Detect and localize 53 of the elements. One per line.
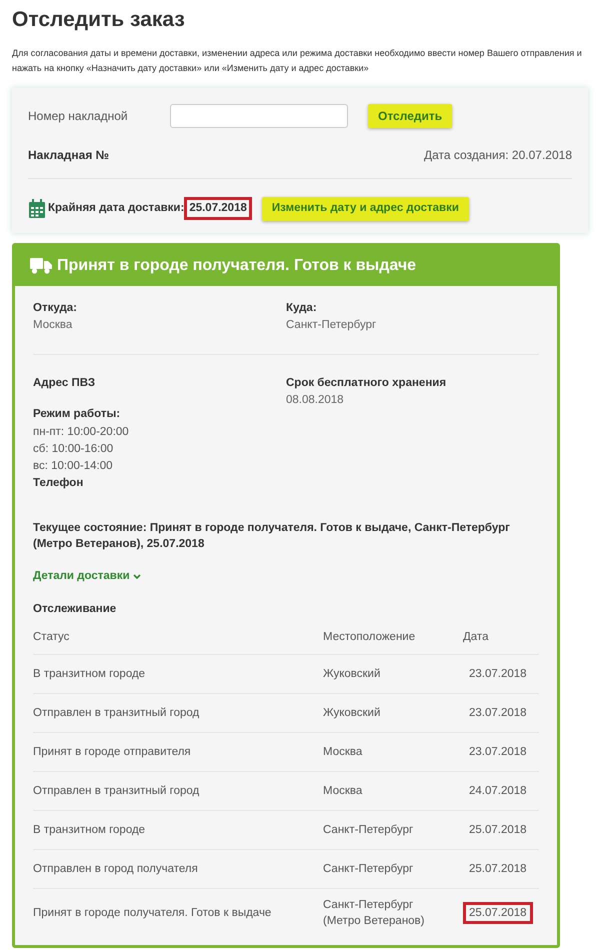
status-cell: В транзитном городе: [33, 668, 146, 680]
status-cell: В транзитном городе: [33, 824, 146, 836]
location-cell-text: Москва: [323, 744, 364, 760]
date-cell-text: 24.07.2018: [468, 784, 528, 799]
status-cell: Принят в городе отправителя: [33, 746, 191, 758]
date-cell-text: 25.07.2018: [468, 862, 528, 877]
column-header: Местоположение: [323, 620, 463, 654]
date-cell-text: 25.07.2018: [468, 822, 528, 838]
waybill-label: Накладная №: [28, 146, 110, 164]
status-cell: Отправлен в транзитный город: [33, 784, 200, 797]
storage-date: 08.08.2018: [286, 393, 345, 408]
status-title: Принят в городе получателя. Готов к выдаче: [57, 256, 416, 276]
deadline-date: 25.07.2018: [184, 196, 252, 220]
deadline-label: Крайняя дата доставки:: [48, 200, 184, 216]
hours-line: сб: 10:00-16:00: [33, 442, 114, 457]
column-header: Статус: [33, 620, 323, 654]
column-header: Дата: [463, 620, 539, 654]
location-cell-text: Санкт-Петербург: [323, 862, 414, 877]
page-title: Отследить заказ: [12, 7, 186, 33]
date-cell-text: 23.07.2018: [468, 744, 528, 760]
change-date-address-button[interactable]: Изменить дату и адрес доставки: [262, 196, 469, 220]
chevron-down-icon: [132, 574, 141, 580]
date-cell: 25.07.2018: [463, 902, 533, 924]
location-cell-text: Жуковский: [323, 666, 382, 682]
status-cell: Отправлен в транзитный город: [33, 706, 200, 719]
location-cell-text: Санкт-Петербург (Метро Ветеранов): [323, 898, 426, 929]
waybill-input-field[interactable]: [170, 104, 348, 128]
field-label: Номер накладной: [28, 108, 129, 124]
creation-date: Дата создания: 20.07.2018: [424, 146, 572, 164]
status-cell: Отправлен в город получателя: [33, 862, 198, 875]
date-cell-text: 23.07.2018: [468, 706, 528, 721]
from-city: Москва: [33, 318, 74, 333]
phone-label: Телефон: [33, 476, 84, 492]
hours-label: Режим работы:: [33, 407, 122, 422]
from-label: Откуда:: [33, 300, 78, 316]
delivery-details-link[interactable]: Детали доставки: [33, 568, 141, 586]
tracking-title: Отслеживание: [33, 602, 118, 618]
track-button[interactable]: Отследить: [368, 104, 452, 128]
truck-icon: [30, 258, 52, 274]
storage-label: Срок бесплатного хранения: [286, 376, 448, 391]
to-label: Куда:: [286, 300, 318, 316]
location-cell-text: Санкт-Петербург: [323, 822, 414, 838]
location-cell-text: Жуковский: [323, 706, 382, 721]
pickup-address-label: Адрес ПВЗ: [33, 376, 96, 391]
to-city: Санкт-Петербург: [286, 318, 378, 333]
current-state-text: Текущее состояние: Принят в городе получателя. Готов к выдаче, Санкт-Петербург (Метро Ветеранов), 25.07.2018: [33, 521, 511, 552]
date-cell-text: 23.07.2018: [468, 666, 528, 682]
location-cell-text: Москва: [323, 784, 364, 799]
description-text: Для согласования даты и времени доставки, изменении адреса или режима доставки необходимо ввести номер Вашего отправления и нажать на кнопку «Назначить дату доставки» или «Изменить дату и адрес доставки»: [12, 46, 583, 75]
status-cell: Принят в городе получателя. Готов к выдаче: [33, 906, 272, 919]
calendar-icon: [28, 198, 46, 218]
hours-line: вс: 10:00-14:00: [33, 459, 114, 474]
hours-line: пн-пт: 10:00-20:00: [33, 424, 130, 440]
